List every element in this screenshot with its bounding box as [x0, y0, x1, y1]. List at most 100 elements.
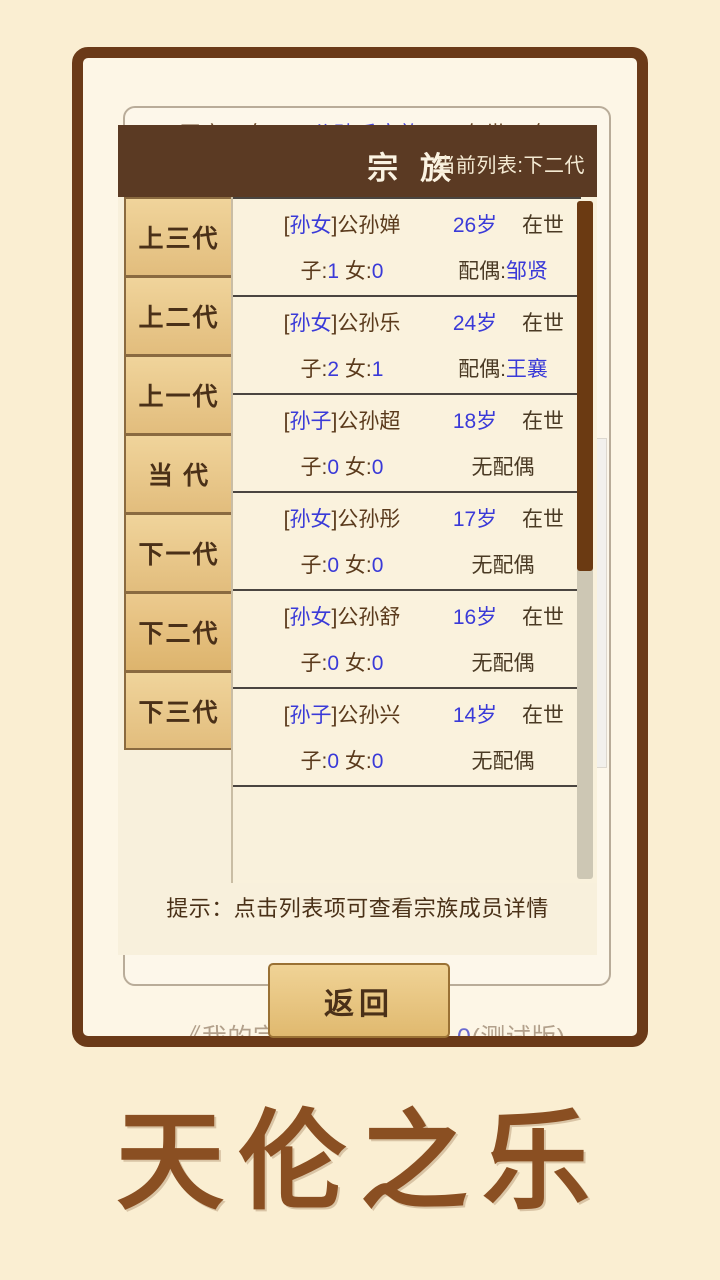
member-status: 在世 — [522, 214, 564, 237]
sons-count: 0 — [327, 652, 340, 675]
generation-tab-label: 下一代 — [138, 542, 220, 569]
sons-label: 子: — [300, 652, 328, 675]
member-row-secondary: 子:2 女:1 配偶:王襄 — [249, 353, 571, 383]
member-relation: 孙子 — [289, 410, 332, 433]
sons-count: 0 — [327, 750, 340, 773]
spouse-none: 无配偶 — [471, 554, 535, 577]
spouse-none: 无配偶 — [471, 652, 535, 675]
generation-tab-label: 下二代 — [138, 621, 220, 648]
member-list[interactable]: [孙女]公孙婵 26岁 在世 子:1 女:0 配偶:邹贤 [孙女]公孙乐 24岁… — [231, 197, 597, 883]
dialog-title: 宗 族 — [367, 151, 458, 186]
member-children: 子:0 女:0 — [249, 745, 435, 775]
member-status: 在世 — [522, 312, 564, 335]
member-given-name: 公孙超 — [337, 410, 401, 433]
spouse-label: 配偶: — [458, 358, 506, 381]
member-name: [孙子]公孙超 — [283, 410, 401, 433]
member-row-secondary: 子:0 女:0 无配偶 — [249, 451, 571, 481]
daughters-label: 女: — [339, 456, 372, 479]
member-age: 26岁 — [452, 214, 498, 237]
current-list-label: 当前列表:下二代 — [435, 155, 585, 177]
member-spouse: 无配偶 — [435, 647, 571, 677]
generation-tab-down-2[interactable]: 下二代 — [124, 592, 234, 671]
daughters-label: 女: — [339, 554, 372, 577]
generation-tab-current[interactable]: 当 代 — [124, 434, 234, 513]
daughters-count: 0 — [371, 554, 384, 577]
member-row-secondary: 子:0 女:0 无配偶 — [249, 745, 571, 775]
member-given-name: 公孙兴 — [337, 704, 401, 727]
member-given-name: 公孙乐 — [337, 312, 401, 335]
member-row[interactable]: [孙女]公孙舒 16岁 在世 子:0 女:0 无配偶 — [233, 589, 581, 689]
member-children: 子:0 女:0 — [249, 549, 435, 579]
member-relation: 孙女 — [289, 312, 332, 335]
screen: 开启53年 公孙氏家族 在世53年 《我的宗族》版本号:1.0.0(测试版) — [0, 0, 720, 1280]
member-name: [孙女]公孙舒 — [283, 606, 401, 629]
daughters-label: 女: — [339, 750, 372, 773]
member-name: [孙女]公孙乐 — [283, 312, 401, 335]
member-list-scrollbar-thumb[interactable] — [577, 201, 593, 571]
spouse-none: 无配偶 — [471, 750, 535, 773]
member-spouse: 配偶:王襄 — [435, 353, 571, 383]
daughters-label: 女: — [339, 358, 372, 381]
return-button-label: 返回 — [324, 987, 394, 1021]
return-button[interactable]: 返回 — [268, 963, 450, 1038]
spouse-label: 配偶: — [458, 260, 506, 283]
member-age: 14岁 — [452, 704, 498, 727]
sons-count: 2 — [327, 358, 340, 381]
member-relation: 孙女 — [289, 214, 332, 237]
member-row[interactable]: [孙女]公孙彤 17岁 在世 子:0 女:0 无配偶 — [233, 491, 581, 591]
daughters-count: 0 — [371, 260, 384, 283]
daughters-count: 0 — [371, 456, 384, 479]
member-given-name: 公孙婵 — [337, 214, 401, 237]
spouse-none: 无配偶 — [471, 456, 535, 479]
generation-tab-up-2[interactable]: 上二代 — [124, 276, 234, 355]
daughters-label: 女: — [339, 260, 372, 283]
sons-label: 子: — [300, 554, 328, 577]
sons-count: 1 — [327, 260, 340, 283]
member-age: 16岁 — [452, 606, 498, 629]
version-suffix: (测试版) — [471, 1024, 566, 1047]
member-row-secondary: 子:1 女:0 配偶:邹贤 — [249, 255, 571, 285]
member-row[interactable]: [孙女]公孙乐 24岁 在世 子:2 女:1 配偶:王襄 — [233, 295, 581, 395]
spouse-name: 邹贤 — [505, 260, 548, 283]
member-row-primary: [孙女]公孙舒 16岁 在世 — [249, 601, 571, 631]
member-name: [孙子]公孙兴 — [283, 704, 401, 727]
member-name: [孙女]公孙彤 — [283, 508, 401, 531]
daughters-count: 0 — [371, 652, 384, 675]
generation-tab-label: 当 代 — [147, 463, 211, 490]
generation-tab-down-3[interactable]: 下三代 — [124, 671, 234, 750]
generation-tab-label: 下三代 — [138, 699, 220, 727]
member-children: 子:0 女:0 — [249, 451, 435, 481]
member-row[interactable]: [孙女]公孙婵 26岁 在世 子:1 女:0 配偶:邹贤 — [233, 197, 581, 297]
daughters-count: 1 — [371, 358, 384, 381]
member-children: 子:0 女:0 — [249, 647, 435, 677]
app-brand-title: 天伦之乐 — [115, 1104, 604, 1223]
sons-count: 0 — [327, 456, 340, 479]
clan-dialog: 宗 族 当前列表:下二代 上三代 上二代 上一代 当 代 下一代 下二代 下三代… — [118, 125, 597, 1038]
member-spouse: 配偶:邹贤 — [435, 255, 571, 285]
dialog-titlebar: 宗 族 当前列表:下二代 — [118, 125, 597, 197]
member-status: 在世 — [522, 606, 564, 629]
sons-label: 子: — [300, 456, 328, 479]
member-list-inner: [孙女]公孙婵 26岁 在世 子:1 女:0 配偶:邹贤 [孙女]公孙乐 24岁… — [233, 197, 581, 787]
member-row-primary: [孙子]公孙兴 14岁 在世 — [249, 699, 571, 729]
member-list-scrollbar-track[interactable] — [577, 201, 593, 879]
member-row-primary: [孙女]公孙婵 26岁 在世 — [249, 209, 571, 239]
member-row-primary: [孙女]公孙彤 17岁 在世 — [249, 503, 571, 533]
generation-tab-label: 上一代 — [138, 384, 220, 411]
daughters-label: 女: — [339, 652, 372, 675]
list-hint-text: 提示：点击列表项可查看宗族成员详情 — [166, 896, 549, 921]
member-given-name: 公孙彤 — [337, 508, 401, 531]
generation-tab-down-1[interactable]: 下一代 — [124, 513, 234, 592]
generation-tab-up-1[interactable]: 上一代 — [124, 355, 234, 434]
member-age: 24岁 — [452, 312, 498, 335]
member-status: 在世 — [522, 704, 564, 727]
member-row-primary: [孙子]公孙超 18岁 在世 — [249, 405, 571, 435]
member-row-secondary: 子:0 女:0 无配偶 — [249, 549, 571, 579]
generation-tab-label: 上三代 — [138, 226, 220, 253]
generation-tab-up-3[interactable]: 上三代 — [124, 197, 234, 276]
member-row[interactable]: [孙子]公孙超 18岁 在世 子:0 女:0 无配偶 — [233, 393, 581, 493]
member-age: 18岁 — [452, 410, 498, 433]
member-row-secondary: 子:0 女:0 无配偶 — [249, 647, 571, 677]
member-row-primary: [孙女]公孙乐 24岁 在世 — [249, 307, 571, 337]
member-row[interactable]: [孙子]公孙兴 14岁 在世 子:0 女:0 无配偶 — [233, 687, 581, 787]
